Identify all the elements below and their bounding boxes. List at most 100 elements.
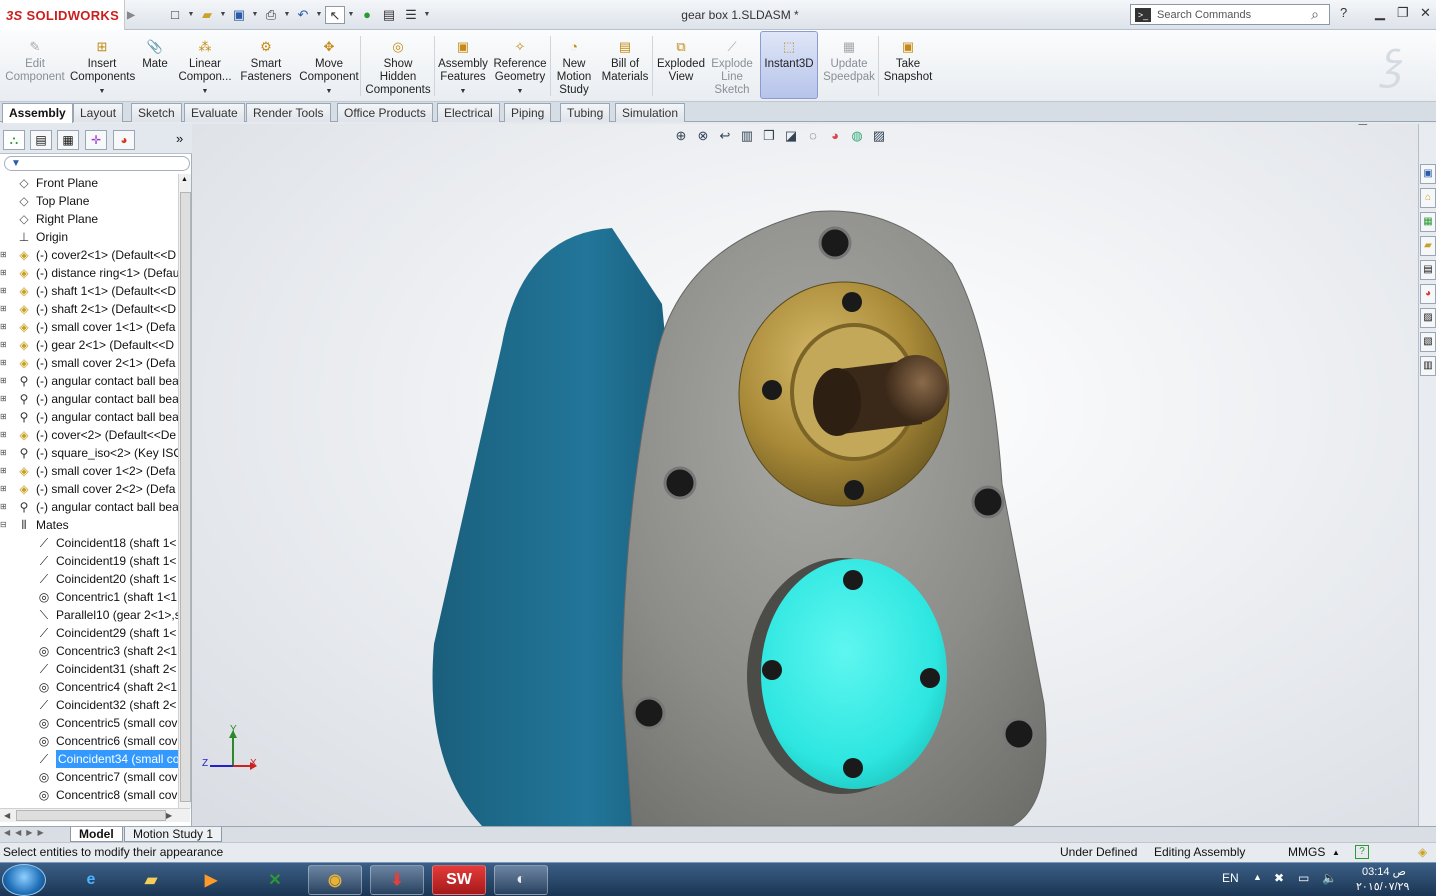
quick-tips-help[interactable]: ? <box>1355 845 1369 859</box>
chrome-icon[interactable]: ◉ <box>308 865 362 895</box>
expand-icon[interactable]: ⊞ <box>0 269 8 277</box>
notification-icon[interactable]: ◈ <box>1418 843 1427 862</box>
tab-scroll-icons[interactable]: ◀◀▶▶ <box>4 828 49 837</box>
action-center-icon[interactable]: ▭ <box>1298 871 1309 885</box>
tree-item[interactable]: ⟋ Coincident29 (shaft 1< <box>0 624 178 642</box>
scroll-up-icon[interactable]: ▲ <box>181 176 188 183</box>
tab-sketch[interactable]: Sketch <box>131 103 182 122</box>
expand-icon[interactable]: ⊞ <box>0 413 8 421</box>
output-shaft[interactable] <box>884 355 948 423</box>
media-player-icon[interactable]: ▶ <box>184 865 238 895</box>
tree-item[interactable]: ◎ Concentric4 (shaft 2<1 <box>0 678 178 696</box>
internet-explorer-icon[interactable]: e <box>64 865 118 895</box>
expand-icon[interactable]: ⊞ <box>0 359 8 367</box>
tree-item[interactable]: ⊞ ⚲ (-) angular contact ball bea <box>0 390 178 408</box>
tree-item[interactable]: ⊞ ◈ (-) shaft 1<1> (Default<<D <box>0 282 178 300</box>
tree-item[interactable]: ◎ Concentric3 (shaft 2<1 <box>0 642 178 660</box>
command-instant3d[interactable]: ⬚ Instant3D <box>762 32 816 71</box>
file-properties-icon[interactable]: ▤ <box>379 6 399 24</box>
expand-icon[interactable]: ⊞ <box>0 485 8 493</box>
tree-item[interactable]: ⊞ ◈ (-) gear 2<1> (Default<<D <box>0 336 178 354</box>
command-move-component[interactable]: ✥ Move Component ▼ <box>298 32 360 98</box>
command-assembly-features[interactable]: ▣ Assembly Features ▼ <box>436 32 490 98</box>
rebuild-icon[interactable]: ● <box>357 6 377 24</box>
scrollbar-thumb[interactable] <box>180 192 191 802</box>
restore-icon[interactable]: ❐ <box>1397 5 1409 21</box>
excel-icon[interactable]: ✕ <box>248 865 302 895</box>
toolbox-icon[interactable]: ▥ <box>1420 356 1436 376</box>
expand-icon[interactable]: ⊞ <box>0 377 8 385</box>
search-commands-input[interactable]: >_ Search Commands ⌕ <box>1130 4 1330 25</box>
command-show-hidden[interactable]: ◎ShowHiddenComponents▼ <box>364 32 432 111</box>
tree-item[interactable]: ⟋ Coincident32 (shaft 2< <box>0 696 178 714</box>
chevron-down-icon[interactable]: ▼ <box>70 85 134 98</box>
tab-simulation[interactable]: Simulation <box>615 103 686 122</box>
new-file-icon[interactable]: □ <box>165 6 185 24</box>
undo-icon[interactable]: ↶ <box>293 6 313 24</box>
file-explorer-icon[interactable]: ▰ <box>1420 236 1436 256</box>
feature-tree-tab-icon[interactable]: ⛬ <box>3 130 25 150</box>
chevron-down-icon[interactable]: ▼ <box>187 6 195 24</box>
chevron-down-icon[interactable]: ▼ <box>436 85 490 98</box>
paint-icon[interactable]: ◐ <box>494 865 548 895</box>
solidworks-taskbar-icon[interactable]: SW <box>432 865 486 895</box>
expand-icon[interactable]: ⊞ <box>0 395 8 403</box>
clock-date[interactable]: ٢٠١٥/٠٧/٢٩ <box>1356 880 1409 893</box>
tree-vertical-scrollbar[interactable]: ▲ <box>178 174 191 809</box>
command-linear-pattern[interactable]: ⁂ Linear Compon... ▼ <box>176 32 234 98</box>
tree-item[interactable]: ⊞ ◈ (-) shaft 2<1> (Default<<D <box>0 300 178 318</box>
tree-item[interactable]: ⊞ ◈ (-) cover<2> (Default<<De <box>0 426 178 444</box>
tree-item[interactable]: ◎ Concentric5 (small cov <box>0 714 178 732</box>
view-palette-icon[interactable]: ▤ <box>1420 260 1436 280</box>
file-explorer-taskbar-icon[interactable]: ▰ <box>124 865 178 895</box>
tree-item[interactable]: ⊟ ⫴ Mates <box>0 516 178 534</box>
expand-icon[interactable]: ⊞ <box>0 323 8 331</box>
tree-item[interactable]: ◎ Concentric7 (small cov <box>0 768 178 786</box>
clock-time[interactable]: 03:14 ص <box>1362 865 1406 878</box>
command-edit-component[interactable]: ✎ Edit Component <box>4 32 66 84</box>
expand-icon[interactable]: ⊞ <box>0 449 8 457</box>
chevron-down-icon[interactable]: ▼ <box>423 6 431 24</box>
property-manager-tab-icon[interactable]: ▤ <box>30 130 52 150</box>
command-motion-study[interactable]: ◔ New Motion Study <box>555 32 593 97</box>
units-chevron-up-icon[interactable]: ▲ <box>1332 843 1340 862</box>
tab-office-products[interactable]: Office Products <box>337 103 433 122</box>
command-explode-line[interactable]: ⟋ Explode Line Sketch <box>708 32 756 97</box>
open-folder-icon[interactable]: ▰ <box>197 6 217 24</box>
expand-icon[interactable]: ⊞ <box>0 431 8 439</box>
chevron-down-icon[interactable]: ▼ <box>283 6 291 24</box>
print-icon[interactable]: ⎙ <box>261 6 281 24</box>
custom-properties-icon[interactable]: ▨ <box>1420 308 1436 328</box>
units-selector[interactable]: MMGS <box>1288 843 1325 862</box>
minimize-icon[interactable]: ▁ <box>1375 5 1385 21</box>
chevron-down-icon[interactable]: ▼ <box>298 85 360 98</box>
solidworks-logo[interactable]: 3S SOLIDWORKS ▶ <box>0 0 135 30</box>
tree-item[interactable]: ⊞ ⚲ (-) angular contact ball bea <box>0 408 178 426</box>
tree-filter-input[interactable]: ▼ <box>4 156 190 171</box>
tree-item[interactable]: ⟋ Coincident18 (shaft 1< <box>0 534 178 552</box>
tree-item[interactable]: ◇ Right Plane <box>0 210 178 228</box>
chevron-down-icon[interactable]: ▼ <box>251 6 259 24</box>
graphics-area[interactable]: ⊕ ⊗ ↩ ▥ ❒ ◪ ◌ ◕ ◍ ▨ ▯ ▭ ▁ ❐ ✕ <box>192 124 1418 826</box>
chevron-down-icon[interactable]: ▼ <box>315 6 323 24</box>
close-icon[interactable]: ✕ <box>1420 5 1431 21</box>
scroll-right-icon[interactable]: ▶ <box>166 811 172 820</box>
tab-electrical[interactable]: Electrical <box>437 103 500 122</box>
tree-item[interactable]: ⊞ ⚲ (-) angular contact ball bea <box>0 498 178 516</box>
tree-item[interactable]: ◇ Top Plane <box>0 192 178 210</box>
expand-icon[interactable]: ⊞ <box>0 467 8 475</box>
configuration-manager-tab-icon[interactable]: ▦ <box>57 130 79 150</box>
gearbox-3d-model[interactable] <box>192 124 1418 826</box>
command-insert-components[interactable]: ⊞ Insert Components ▼ <box>70 32 135 98</box>
select-arrow-icon[interactable]: ↖ <box>325 6 345 24</box>
language-indicator[interactable]: EN <box>1222 871 1239 885</box>
tree-item[interactable]: ◎ Concentric6 (small cov <box>0 732 178 750</box>
tree-item[interactable]: ⟋ Coincident20 (shaft 1< <box>0 570 178 588</box>
command-mate[interactable]: 📎 Mate <box>138 32 172 71</box>
tab-assembly[interactable]: Assembly <box>2 103 73 123</box>
tree-item[interactable]: ◎ Concentric1 (shaft 1<1 <box>0 588 178 606</box>
tab-model[interactable]: Model <box>70 827 123 842</box>
display-manager-tab-icon[interactable]: ◕ <box>113 130 135 150</box>
windows-start-icon[interactable] <box>2 864 46 896</box>
tab-render-tools[interactable]: Render Tools <box>246 103 331 122</box>
